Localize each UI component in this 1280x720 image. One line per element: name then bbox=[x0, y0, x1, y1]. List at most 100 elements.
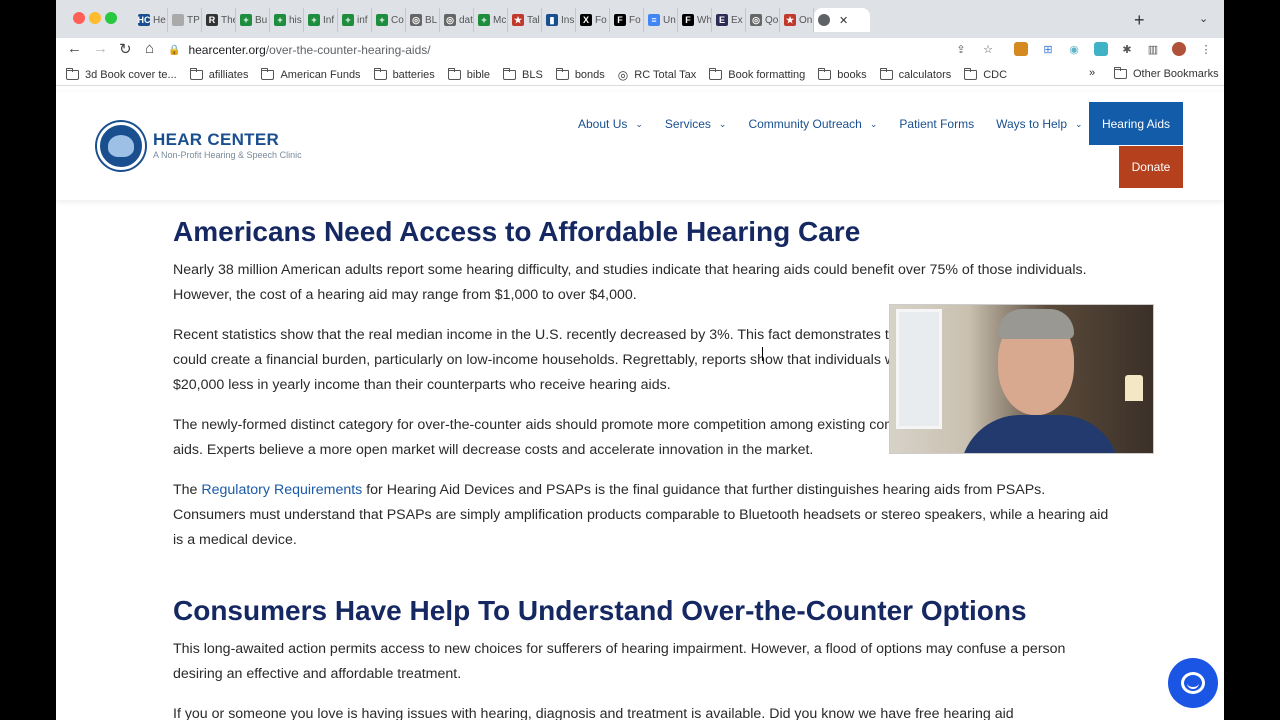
folder-icon bbox=[189, 67, 203, 80]
bookmark-label: CDC bbox=[983, 68, 1008, 81]
logo-subtitle: A Non-Profit Hearing & Speech Clinic bbox=[153, 150, 302, 160]
bookmark-label: calculators bbox=[898, 68, 952, 81]
bookmark-item[interactable]: books bbox=[818, 67, 867, 81]
browser-tab[interactable]: ◎ Qo bbox=[746, 8, 780, 32]
browser-menu-icon[interactable]: ⋮ bbox=[1199, 42, 1213, 56]
nav-item-ways-to-help[interactable]: Ways to Help ⌄ bbox=[996, 117, 1082, 131]
tab-label: inf bbox=[357, 14, 368, 26]
folder-icon bbox=[818, 67, 832, 80]
browser-tab[interactable]: + Mc bbox=[474, 8, 508, 32]
browser-tab[interactable]: HC He bbox=[134, 8, 168, 32]
browser-tab[interactable]: RThe bbox=[202, 8, 236, 32]
other-bookmarks[interactable]: Other Bookmarks bbox=[1114, 67, 1219, 80]
browser-tab[interactable]: E Ex bbox=[712, 8, 746, 32]
url-path: /over-the-counter-hearing-aids/ bbox=[265, 43, 431, 57]
folder-icon bbox=[1114, 67, 1127, 79]
heading-consumers-help: Consumers Have Help To Understand Over-t… bbox=[173, 595, 1027, 626]
browser-tab[interactable]: X Fo bbox=[576, 8, 610, 32]
browser-tab[interactable]: F Fo bbox=[610, 8, 644, 32]
bookmark-label: American Funds bbox=[280, 68, 361, 81]
browser-tab[interactable]: + inf bbox=[338, 8, 372, 32]
chat-bubble-icon[interactable] bbox=[1168, 658, 1218, 708]
nav-item-community-outreach[interactable]: Community Outreach ⌄ bbox=[748, 117, 877, 131]
extension-circle-icon[interactable]: ◉ bbox=[1067, 42, 1081, 56]
browser-tab[interactable]: ◎ dat bbox=[440, 8, 474, 32]
browser-tab[interactable]: ▮ Ins bbox=[542, 8, 576, 32]
f-icon: F bbox=[682, 14, 694, 26]
tab-label: He bbox=[153, 14, 166, 26]
address-bar[interactable]: 🔒 hearcenter.org/over-the-counter-hearin… bbox=[168, 39, 998, 61]
nav-item-about-us[interactable]: About Us ⌄ bbox=[578, 117, 643, 131]
browser-tab[interactable]: ★ On bbox=[780, 8, 814, 32]
tab-label: dat bbox=[459, 14, 473, 26]
back-arrow-icon[interactable]: ← bbox=[67, 40, 82, 57]
nav-item-patient-forms[interactable]: Patient Forms bbox=[899, 117, 974, 131]
tab-label: Ex bbox=[731, 14, 743, 26]
bookmark-item[interactable]: CDC bbox=[964, 67, 1008, 81]
docs-icon: ≡ bbox=[648, 14, 660, 26]
bookmark-item[interactable]: BLS bbox=[503, 67, 543, 81]
bookmark-item[interactable]: American Funds bbox=[261, 67, 361, 81]
forward-arrow-icon[interactable]: → bbox=[93, 40, 108, 57]
bookmark-item[interactable]: bonds bbox=[555, 67, 605, 81]
maximize-window-button[interactable] bbox=[105, 12, 117, 24]
paragraph-4: The Regulatory Requirements for Hearing … bbox=[173, 478, 1113, 553]
reload-icon[interactable]: ↻ bbox=[119, 40, 132, 58]
browser-tab[interactable]: + Inf bbox=[304, 8, 338, 32]
url-host: hearcenter.org bbox=[188, 43, 266, 57]
tab-label: his bbox=[289, 14, 302, 26]
browser-tab[interactable]: TP bbox=[168, 8, 202, 32]
donate-button[interactable]: Donate bbox=[1119, 146, 1183, 188]
tab-label: On bbox=[799, 14, 813, 26]
regulatory-requirements-link[interactable]: Regulatory Requirements bbox=[201, 482, 362, 498]
bookmark-item[interactable]: afilliates bbox=[189, 67, 249, 81]
hear-center-logo[interactable] bbox=[97, 122, 145, 170]
bookmark-item[interactable]: batteries bbox=[373, 67, 435, 81]
sheets-icon: + bbox=[376, 14, 388, 26]
browser-tab[interactable]: F Wh bbox=[678, 8, 712, 32]
main-nav: About Us ⌄ Services ⌄ Community Outreach ⌄ Pat… bbox=[578, 117, 1105, 131]
nav-label: Ways to Help bbox=[996, 117, 1068, 131]
extension-teal-icon[interactable] bbox=[1094, 42, 1108, 56]
paragraph-1: Nearly 38 million American adults report… bbox=[173, 262, 1087, 303]
chevron-down-icon: ⌄ bbox=[718, 118, 727, 129]
extensions-puzzle-icon[interactable]: ✱ bbox=[1120, 42, 1134, 56]
logo-title[interactable]: HEAR CENTER bbox=[153, 130, 279, 150]
nav-item-services[interactable]: Services ⌄ bbox=[665, 117, 727, 131]
tabs: HCHeTPRThe+Bu+his+Inf+inf+Co◎BL◎dat+Mc★T… bbox=[134, 8, 870, 32]
nav-label: About Us bbox=[578, 117, 628, 131]
browser-tab-active[interactable]: ✕ bbox=[814, 8, 870, 32]
close-tab-icon[interactable]: ✕ bbox=[839, 14, 848, 27]
browser-tab[interactable]: ★ Tal bbox=[508, 8, 542, 32]
bookmark-label: bonds bbox=[574, 68, 605, 81]
bookmark-item[interactable]: ◎ RC Total Tax bbox=[618, 68, 696, 82]
minimize-window-button[interactable] bbox=[89, 12, 101, 24]
bookmark-item[interactable]: 3d Book cover te... bbox=[66, 67, 177, 81]
profile-avatar[interactable] bbox=[1172, 42, 1186, 56]
bookmark-label: afilliates bbox=[208, 68, 249, 81]
hearing-aids-button[interactable]: Hearing Aids bbox=[1089, 102, 1183, 145]
new-tab-icon[interactable]: + bbox=[1134, 10, 1145, 31]
folder-icon bbox=[555, 67, 569, 80]
browser-tab[interactable]: + Co bbox=[372, 8, 406, 32]
extension-icon[interactable] bbox=[1014, 42, 1028, 56]
bookmark-item[interactable]: bible bbox=[447, 67, 490, 81]
bookmark-item[interactable]: calculators bbox=[879, 67, 952, 81]
share-icon[interactable]: ⇪ bbox=[954, 42, 968, 56]
browser-tab[interactable]: ≡ Un bbox=[644, 8, 678, 32]
browser-tab[interactable]: + Bu bbox=[236, 8, 270, 32]
globe-icon: ◎ bbox=[750, 14, 762, 26]
side-panel-icon[interactable]: ▥ bbox=[1146, 42, 1160, 56]
close-window-button[interactable] bbox=[73, 12, 85, 24]
home-icon[interactable]: ⌂ bbox=[145, 40, 154, 57]
tab-label: Co bbox=[391, 14, 404, 26]
tab-search-chevron-icon[interactable]: ⌄ bbox=[1199, 12, 1208, 25]
browser-window: HCHeTPRThe+Bu+his+Inf+inf+Co◎BL◎dat+Mc★T… bbox=[56, 0, 1224, 720]
browser-tab[interactable]: + his bbox=[270, 8, 304, 32]
bookmark-star-icon[interactable]: ☆ bbox=[981, 42, 995, 56]
folder-icon bbox=[879, 67, 893, 80]
bookmark-item[interactable]: Book formatting bbox=[709, 67, 805, 81]
more-bookmarks-chevron[interactable]: » bbox=[1089, 67, 1095, 79]
browser-tab[interactable]: ◎ BL bbox=[406, 8, 440, 32]
extension-grid-icon[interactable]: ⊞ bbox=[1041, 42, 1055, 56]
